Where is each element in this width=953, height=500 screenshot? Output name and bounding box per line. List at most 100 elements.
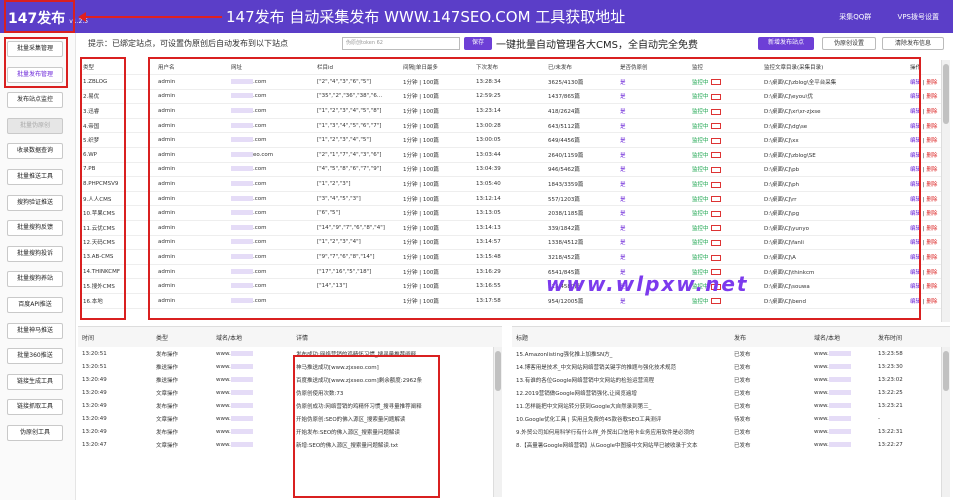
qq-group-link[interactable]: 采集QQ群 <box>839 13 871 21</box>
log-status: 已发布 <box>730 373 810 386</box>
publish-history-scrollbar[interactable] <box>941 347 950 497</box>
pseudo-original-settings-button[interactable]: 伪原创设置 <box>822 37 876 50</box>
sidebar-item[interactable]: 发布站点监控 <box>7 92 63 109</box>
delete-link[interactable]: 删除 <box>926 255 937 261</box>
delete-link[interactable]: 删除 <box>926 94 937 100</box>
token-input[interactable]: 伪原创token 62 <box>342 37 460 50</box>
delete-link[interactable]: 删除 <box>926 109 937 115</box>
redacted-block <box>230 389 253 395</box>
log-type: 文章操作 <box>152 412 212 425</box>
clear-publish-button[interactable]: 清除发布信息 <box>882 37 944 50</box>
publish-history-header: 标题 发布 域名/本地 发布时间 <box>512 327 950 347</box>
log-domain: www. <box>810 412 874 425</box>
sidebar-item[interactable]: 收录数据查询 <box>7 143 63 160</box>
log-title: 10.Google优化工具 | 实用且免费的45款谷歌SEO工具测评 <box>512 412 730 425</box>
log-domain-text: www. <box>216 363 231 370</box>
log-type-text: 文章操作 <box>156 442 179 449</box>
log-time: 13:20:49 <box>78 425 152 438</box>
sidebar-item[interactable]: 批量伪原创 <box>7 117 63 134</box>
sidebar-item[interactable]: 百度API推送 <box>7 297 63 313</box>
token-value: 62 <box>376 40 383 46</box>
log-domain-text: www. <box>814 415 829 422</box>
activity-log-scrollbar[interactable] <box>493 347 502 497</box>
log-row: 11.怎样能把中文网站转分获到Google大自然录到第三_ 已发布 www. 13:2… <box>512 399 950 412</box>
log-type-text: 发布操作 <box>156 351 179 358</box>
log-domain: www. <box>212 438 292 451</box>
redacted-block <box>828 389 851 395</box>
log-status: 已发布 <box>730 399 810 412</box>
delete-link[interactable]: 删除 <box>926 182 937 188</box>
sidebar-item[interactable]: 搜狗验证推送 <box>7 194 63 211</box>
log-status: 已发布 <box>730 360 810 373</box>
sidebar-item[interactable]: 批量360推送 <box>7 348 63 365</box>
delete-link[interactable]: 删除 <box>926 138 937 144</box>
delete-link[interactable]: 删除 <box>926 80 937 86</box>
sites-scroll-thumb[interactable] <box>943 64 949 124</box>
delete-link[interactable]: 删除 <box>926 284 937 290</box>
log-column-header: 发布 <box>730 327 810 347</box>
log-domain-text: www. <box>216 428 231 435</box>
log-title-text: 13.有谁的各位Google网络营销中文网站的检验运营流程 <box>516 377 655 384</box>
log-type: 文章操作 <box>152 438 212 451</box>
sidebar-item[interactable]: 伪原创工具 <box>7 425 63 441</box>
sidebar-item[interactable]: 批量搜狗反馈 <box>7 220 63 237</box>
log-type-text: 文章操作 <box>156 416 179 423</box>
delete-link[interactable]: 删除 <box>926 240 937 246</box>
slogan: 一键批量自动管理各大CMS，全自动完全免费 <box>496 40 698 51</box>
sidebar-item[interactable]: 批量推送工具 <box>7 169 63 185</box>
log-status-text: 待发布 <box>734 416 751 423</box>
activity-log-scroll-thumb[interactable] <box>495 351 501 391</box>
save-button[interactable]: 保存 <box>464 37 492 50</box>
log-domain-text: www. <box>814 441 829 448</box>
log-time: 13:20:51 <box>78 360 152 373</box>
log-type-text: 推送操作 <box>156 364 179 371</box>
delete-link[interactable]: 删除 <box>926 226 937 232</box>
log-title: 14.博客用是技术_中文网站网络营销关键字的推题与强化技术规范 <box>512 360 730 373</box>
annotation-box-brand <box>4 0 75 33</box>
log-status-text: 已发布 <box>734 351 751 358</box>
log-time-text: - <box>878 415 880 422</box>
delete-link[interactable]: 删除 <box>926 299 937 305</box>
redacted-block <box>828 441 851 447</box>
add-site-button[interactable]: 新增发布站点 <box>758 37 814 50</box>
publish-history-scroll-thumb[interactable] <box>943 351 949 391</box>
sidebar-item[interactable]: 批量神马推送 <box>7 322 63 339</box>
redacted-block <box>828 350 851 356</box>
sidebar-item[interactable]: 链接抓取工具 <box>7 399 63 416</box>
log-domain: www. <box>212 347 292 360</box>
sidebar: 批量采集管理 批量发布管理 发布站点监控 批量伪原创 收录数据查询 批量推送工具 搜狗验证推… <box>0 33 76 500</box>
log-row: 13.有谁的各位Google网络营销中文网站的检验运营流程 已发布 www. 13:2… <box>512 373 950 386</box>
log-domain: www. <box>212 412 292 425</box>
token-placeholder: 伪原创token <box>346 40 375 46</box>
sidebar-item[interactable]: 链接生成工具 <box>7 373 63 390</box>
sidebar-item[interactable]: 批量搜狗养站 <box>7 271 63 288</box>
redacted-block <box>230 376 253 382</box>
log-time-text: 13:20:49 <box>82 402 107 409</box>
sidebar-item[interactable]: 批量搜狗投诉 <box>7 245 63 262</box>
delete-link[interactable]: 删除 <box>926 211 937 217</box>
log-status-text: 已发布 <box>734 390 751 397</box>
redacted-block <box>828 402 851 408</box>
sites-scrollbar[interactable] <box>941 60 950 322</box>
redacted-block <box>230 441 253 447</box>
log-domain: www. <box>212 373 292 386</box>
log-title: 8.【高量暑Google网络营销】从Google中图接中文网站早已被收录于文本 <box>512 438 730 451</box>
log-domain-text: www. <box>814 402 829 409</box>
log-time-text: 13:20:49 <box>82 389 107 396</box>
log-column-header: 发布时间 <box>874 327 950 347</box>
log-time: 13:23:21 <box>874 399 950 412</box>
log-domain: www. <box>212 425 292 438</box>
log-row: 14.博客用是技术_中文网站网络营销关键字的推题与强化技术规范 已发布 www. 13… <box>512 360 950 373</box>
log-time: 13:20:49 <box>78 373 152 386</box>
log-domain-text: www. <box>814 389 829 396</box>
control-bar: 提示：已绑定站点，可设置伪原创后自动发布到以下站点 伪原创token 62 保存… <box>78 33 950 55</box>
log-domain: www. <box>810 373 874 386</box>
vps-settings-link[interactable]: VPS拨号设置 <box>898 13 939 21</box>
delete-link[interactable]: 删除 <box>926 197 937 203</box>
delete-link[interactable]: 删除 <box>926 153 937 159</box>
delete-link[interactable]: 删除 <box>926 124 937 130</box>
delete-link[interactable]: 删除 <box>926 270 937 276</box>
log-row: 12.2019营销做Google网络营销强化,让阅览遍增 已发布 www. 13:22… <box>512 386 950 399</box>
redacted-block <box>230 363 253 369</box>
delete-link[interactable]: 删除 <box>926 167 937 173</box>
